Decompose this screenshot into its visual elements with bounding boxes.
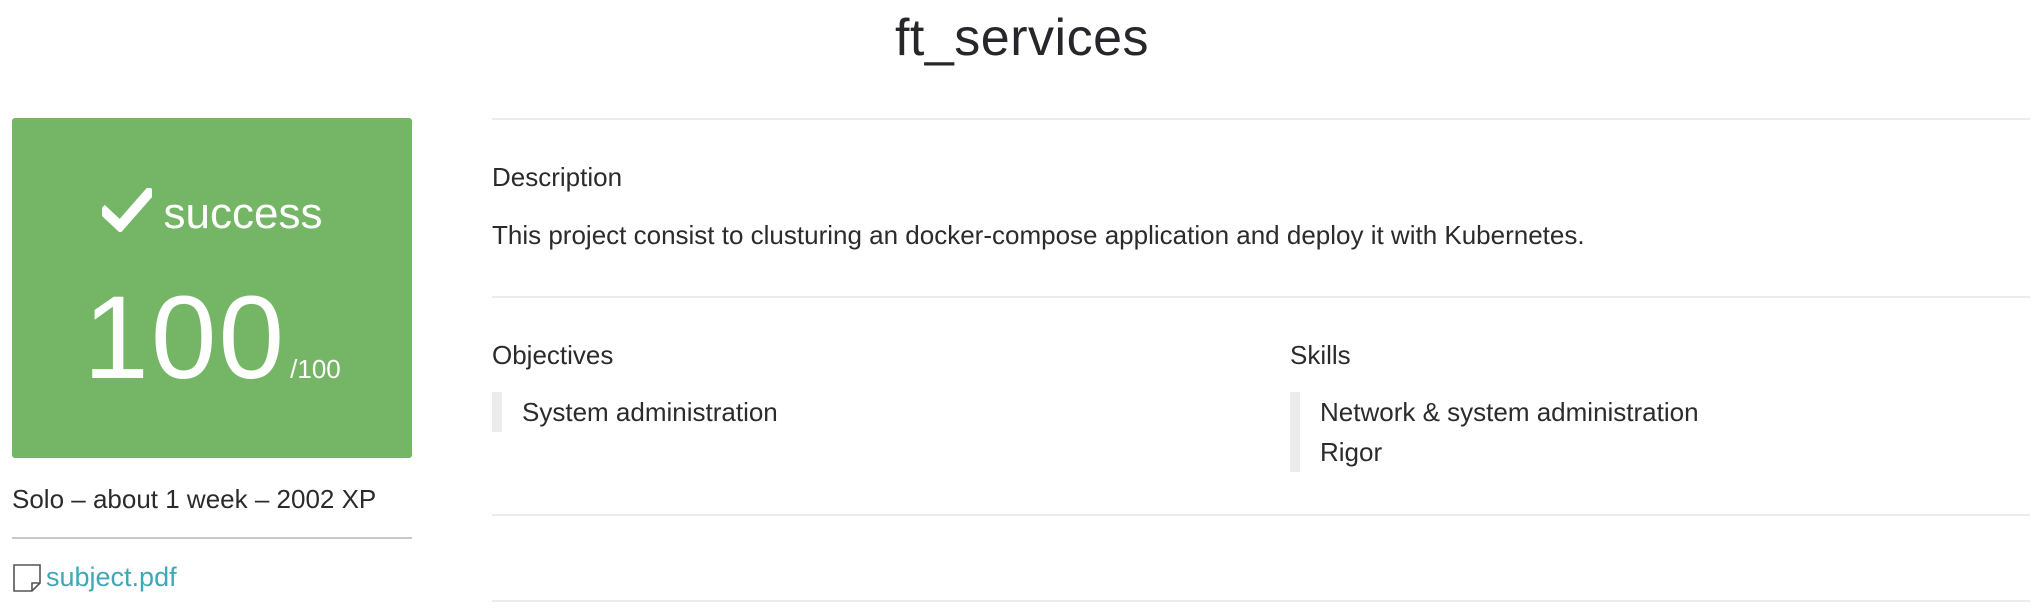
score-max: /100 — [290, 354, 341, 384]
skills-list: Network & system administration Rigor — [1290, 392, 1699, 472]
project-meta: Solo – about 1 week – 2002 XP — [12, 484, 377, 514]
description-heading: Description — [492, 162, 623, 192]
status-label: success — [163, 189, 323, 238]
status-row: success — [12, 185, 412, 239]
skill-item: Rigor — [1320, 437, 1383, 467]
checkmark-icon — [97, 185, 156, 234]
divider — [492, 118, 2030, 120]
attachment-link[interactable]: subject.pdf — [12, 562, 177, 593]
skill-item: Network & system administration — [1320, 397, 1699, 427]
objectives-list: System administration — [492, 392, 778, 432]
divider — [492, 514, 2030, 516]
page-title: ft_services — [894, 9, 1150, 67]
file-icon — [13, 563, 41, 592]
divider — [492, 600, 2030, 602]
result-card: success 100/100 — [12, 118, 412, 458]
divider — [12, 537, 412, 539]
objectives-heading: Objectives — [492, 340, 614, 370]
description-text: This project consist to clusturing an do… — [492, 220, 1585, 250]
attachment-label[interactable]: subject.pdf — [46, 562, 177, 593]
score-value: 100 — [83, 272, 287, 404]
objective-item: System administration — [522, 397, 778, 427]
skills-heading: Skills — [1290, 340, 1351, 370]
divider — [492, 296, 2030, 298]
score-row: 100/100 — [12, 278, 412, 398]
